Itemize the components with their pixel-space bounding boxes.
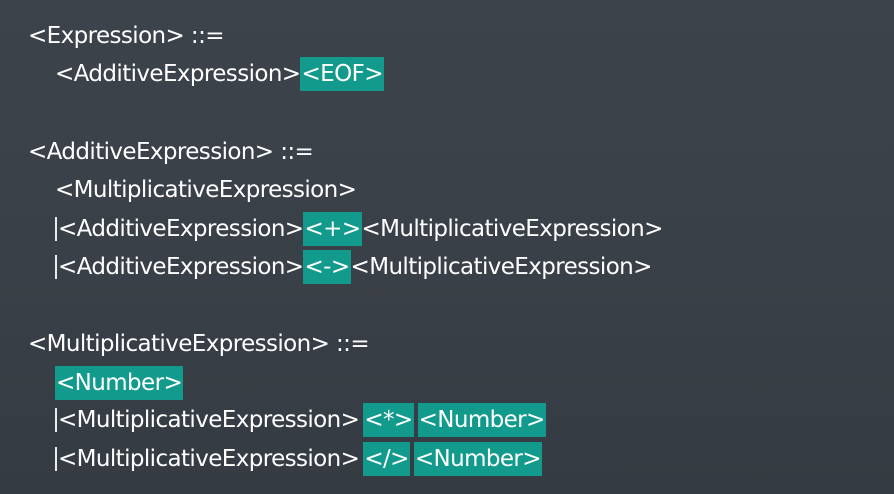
number-token: <Number> [413,442,542,476]
expression-body-additive: <AdditiveExpression> [55,61,301,87]
eof-token: <EOF> [300,57,384,91]
divide-operator-token: </> [363,442,410,476]
multiplicative-alt-2: <MultiplicativeExpression> <*> <Number> [55,403,546,437]
multiplicative-head-op: ::= [336,331,370,357]
expression-head-op: ::= [190,23,225,49]
multiplicative-rule-head: <MultiplicativeExpression> ::= [28,327,370,361]
additive-alt2-right: <MultiplicativeExpression> [361,216,664,242]
additive-alt3-left: <AdditiveExpression> [58,254,304,280]
alternation-bar [55,407,57,432]
plus-operator-token: <+> [303,212,362,246]
grammar-slide: <Expression> ::= <AdditiveExpression><EO… [0,0,894,494]
additive-alt-2: <AdditiveExpression><+><MultiplicativeEx… [55,212,663,246]
additive-head-name: <AdditiveExpression> [28,139,274,165]
additive-rule-head: <AdditiveExpression> ::= [28,135,314,169]
additive-alt-1: <MultiplicativeExpression> [55,173,357,207]
additive-alt3-right: <MultiplicativeExpression> [350,254,653,280]
number-token: <Number> [417,403,546,437]
multiplicative-alt2-left: <MultiplicativeExpression> [58,407,360,433]
times-operator-token: <*> [363,403,414,437]
alternation-bar [55,216,57,241]
number-token: <Number> [55,366,184,400]
multiplicative-alt-3: <MultiplicativeExpression> </> <Number> [55,442,542,476]
expression-rule-body: <AdditiveExpression><EOF> [55,57,384,91]
additive-alt1-text: <MultiplicativeExpression> [55,177,357,203]
multiplicative-alt-1: <Number> [55,366,184,400]
minus-operator-token: <-> [303,250,351,284]
alternation-bar [55,254,57,279]
additive-head-op: ::= [280,139,314,165]
expression-head-name: <Expression> [28,23,185,49]
multiplicative-alt3-left: <MultiplicativeExpression> [58,446,360,472]
multiplicative-head-name: <MultiplicativeExpression> [28,331,330,357]
additive-alt2-left: <AdditiveExpression> [58,216,304,242]
additive-alt-3: <AdditiveExpression><-><MultiplicativeEx… [55,250,652,284]
alternation-bar [55,446,57,471]
expression-rule-head: <Expression> ::= [28,19,225,53]
